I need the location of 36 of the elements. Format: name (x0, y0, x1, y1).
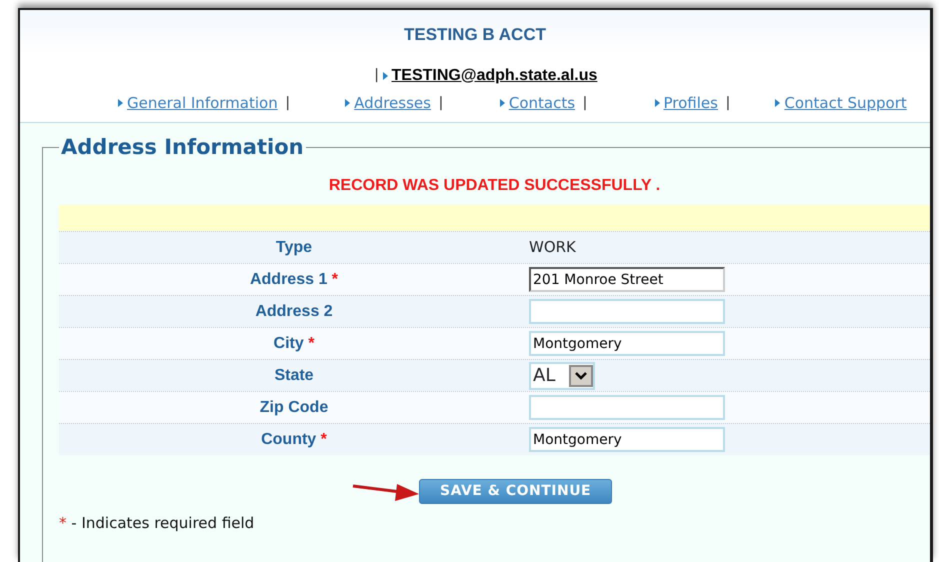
separator-text: | (374, 65, 379, 86)
bullet-icon (500, 98, 505, 107)
nav-link[interactable]: Contacts (508, 92, 576, 114)
nav-link[interactable]: General Information (127, 92, 278, 114)
bullet-icon (382, 72, 388, 80)
field-label: City * (272, 334, 316, 354)
separator-text: | (583, 92, 587, 112)
separator-text: | (438, 92, 443, 112)
separator-text: | (286, 92, 290, 112)
account-title: TESTING B ACCT (403, 24, 547, 46)
required-footnote: * - Indicates required field (59, 514, 254, 532)
success-message: RECORD WAS UPDATED SUCCESSFULLY . (328, 176, 662, 196)
separator-text: | (726, 92, 730, 112)
input-field[interactable]: Montgomery (529, 331, 725, 356)
input-field[interactable]: 201 Monroe Street (529, 267, 725, 292)
field-label: State (273, 366, 315, 386)
state-dropdown[interactable]: AL (529, 362, 595, 390)
field-label: Address 1 * (248, 270, 340, 290)
bullet-icon (345, 98, 350, 107)
nav-link[interactable]: Contact Support (784, 92, 907, 114)
bullet-icon (775, 98, 780, 107)
save-continue-button[interactable]: SAVE & CONTINUE (419, 479, 612, 504)
bullet-icon (654, 98, 660, 107)
nav-link[interactable]: Addresses (354, 92, 431, 114)
field-label: Type (274, 238, 314, 258)
field-label: Zip Code (258, 398, 330, 418)
input-field[interactable]: Montgomery (529, 427, 725, 452)
bullet-icon (118, 98, 123, 107)
field-value: WORK (529, 238, 576, 256)
field-label: County * (260, 430, 328, 450)
email-link[interactable]: TESTING@adph.state.al.us (392, 64, 598, 88)
chevron-down-icon (575, 372, 587, 380)
input-field[interactable] (529, 299, 725, 324)
nav-link[interactable]: Profiles (664, 92, 718, 114)
field-label: Address 2 (254, 302, 334, 322)
input-field[interactable] (529, 395, 725, 420)
